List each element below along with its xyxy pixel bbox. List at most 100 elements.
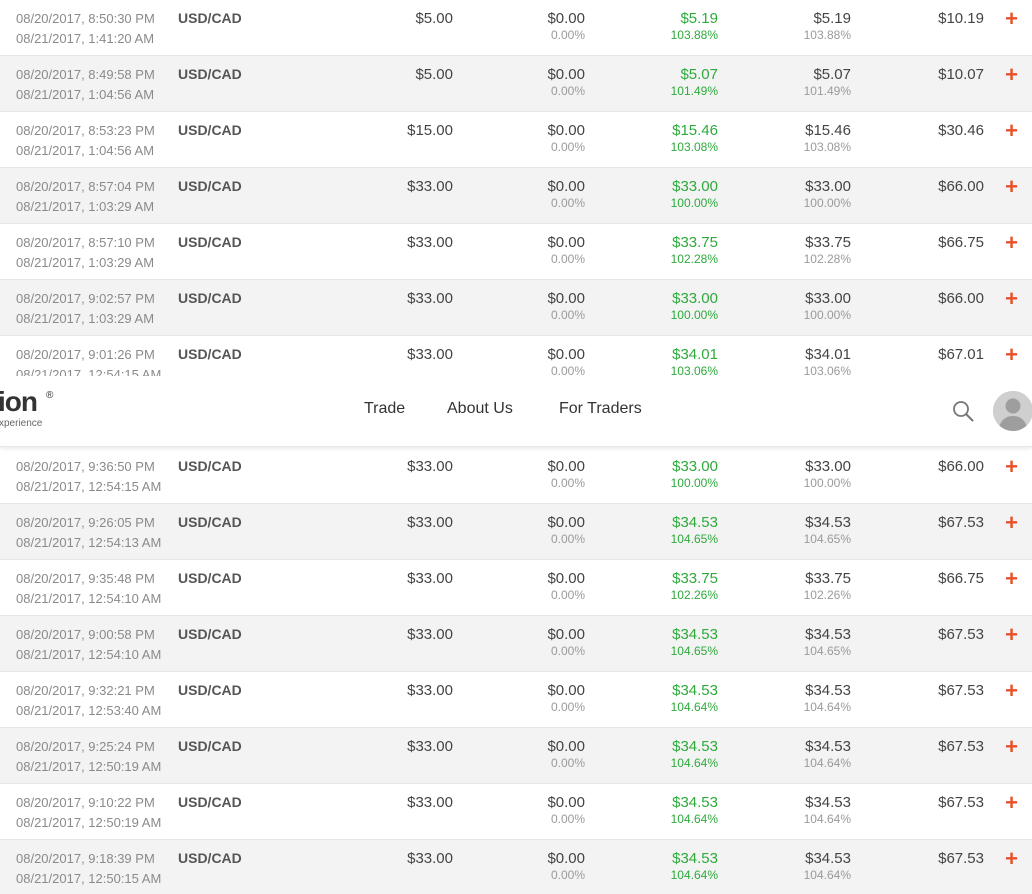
trade-row[interactable]: 08/20/2017, 8:50:30 PM 08/21/2017, 1:41:2…	[0, 0, 1032, 56]
expand-row-icon[interactable]: +	[1005, 510, 1018, 536]
close-time: 08/21/2017, 12:53:40 AM	[16, 703, 162, 718]
payout-amount: $34.01	[805, 346, 851, 363]
asset-pair: USD/CAD	[178, 514, 242, 530]
investment-amount: $33.00	[407, 682, 453, 699]
profit-percent: 100.00%	[670, 196, 718, 210]
trade-row[interactable]: 08/20/2017, 9:36:50 PM 08/21/2017, 12:54:…	[0, 448, 1032, 504]
investment-amount: $5.00	[415, 10, 453, 27]
trade-row[interactable]: 08/20/2017, 9:02:57 PM 08/21/2017, 1:03:2…	[0, 280, 1032, 336]
close-time: 08/21/2017, 12:54:13 AM	[16, 535, 162, 550]
investment-amount: $33.00	[407, 178, 453, 195]
trade-row[interactable]: 08/20/2017, 9:10:22 PM 08/21/2017, 12:50:…	[0, 784, 1032, 840]
logo[interactable]: ion	[0, 386, 38, 418]
payout-percent: 102.26%	[803, 588, 851, 602]
trade-row[interactable]: 08/20/2017, 8:57:10 PM 08/21/2017, 1:03:2…	[0, 224, 1032, 280]
investment-amount: $33.00	[407, 570, 453, 587]
trade-row[interactable]: 08/20/2017, 9:01:26 PM 08/21/2017, 12:54:…	[0, 336, 1032, 376]
payout-amount: $33.00	[805, 290, 851, 307]
top-navbar: ion ® xperience Trade About Us For Trade…	[0, 376, 1032, 447]
expand-row-icon[interactable]: +	[1005, 678, 1018, 704]
total-amount: $66.00	[938, 290, 984, 307]
profit-amount: $33.75	[672, 234, 718, 251]
profit-amount: $34.53	[672, 738, 718, 755]
asset-pair: USD/CAD	[178, 738, 242, 754]
profit-amount: $33.00	[672, 178, 718, 195]
fee-amount: $0.00	[547, 514, 585, 531]
asset-pair: USD/CAD	[178, 626, 242, 642]
expand-row-icon[interactable]: +	[1005, 174, 1018, 200]
fee-percent: 0.00%	[550, 28, 585, 42]
payout-percent: 103.08%	[803, 140, 851, 154]
asset-pair: USD/CAD	[178, 234, 242, 250]
fee-percent: 0.00%	[550, 868, 585, 882]
investment-amount: $33.00	[407, 514, 453, 531]
trade-row[interactable]: 08/20/2017, 9:32:21 PM 08/21/2017, 12:53:…	[0, 672, 1032, 728]
payout-amount: $5.19	[813, 10, 851, 27]
trade-row[interactable]: 08/20/2017, 9:35:48 PM 08/21/2017, 12:54:…	[0, 560, 1032, 616]
expand-row-icon[interactable]: +	[1005, 734, 1018, 760]
nav-link-about-us[interactable]: About Us	[447, 400, 513, 418]
expand-row-icon[interactable]: +	[1005, 230, 1018, 256]
open-time: 08/20/2017, 8:57:04 PM	[16, 179, 155, 194]
expand-row-icon[interactable]: +	[1005, 62, 1018, 88]
profit-amount: $34.53	[672, 626, 718, 643]
search-icon[interactable]	[952, 400, 974, 422]
open-time: 08/20/2017, 8:50:30 PM	[16, 11, 155, 26]
trade-row[interactable]: 08/20/2017, 9:18:39 PM 08/21/2017, 12:50:…	[0, 840, 1032, 894]
payout-amount: $33.00	[805, 458, 851, 475]
open-time: 08/20/2017, 9:02:57 PM	[16, 291, 155, 306]
payout-amount: $5.07	[813, 66, 851, 83]
close-time: 08/21/2017, 1:41:20 AM	[16, 31, 155, 46]
expand-row-icon[interactable]: +	[1005, 286, 1018, 312]
profit-percent: 100.00%	[670, 476, 718, 490]
fee-amount: $0.00	[547, 66, 585, 83]
trade-row[interactable]: 08/20/2017, 8:57:04 PM 08/21/2017, 1:03:2…	[0, 168, 1032, 224]
payout-amount: $34.53	[805, 626, 851, 643]
open-time: 08/20/2017, 8:57:10 PM	[16, 235, 155, 250]
open-time: 08/20/2017, 9:32:21 PM	[16, 683, 155, 698]
profit-amount: $34.53	[672, 682, 718, 699]
close-time: 08/21/2017, 1:04:56 AM	[16, 143, 155, 158]
trades-table-top: 08/20/2017, 8:50:30 PM 08/21/2017, 1:41:2…	[0, 0, 1032, 376]
expand-row-icon[interactable]: +	[1005, 118, 1018, 144]
trade-row[interactable]: 08/20/2017, 8:53:23 PM 08/21/2017, 1:04:5…	[0, 112, 1032, 168]
total-amount: $66.75	[938, 570, 984, 587]
fee-percent: 0.00%	[550, 756, 585, 770]
trade-row[interactable]: 08/20/2017, 9:25:24 PM 08/21/2017, 12:50:…	[0, 728, 1032, 784]
profit-amount: $33.00	[672, 290, 718, 307]
payout-amount: $15.46	[805, 122, 851, 139]
expand-row-icon[interactable]: +	[1005, 622, 1018, 648]
investment-amount: $33.00	[407, 346, 453, 363]
trade-row[interactable]: 08/20/2017, 9:00:58 PM 08/21/2017, 12:54:…	[0, 616, 1032, 672]
expand-row-icon[interactable]: +	[1005, 342, 1018, 368]
fee-percent: 0.00%	[550, 588, 585, 602]
open-time: 08/20/2017, 9:01:26 PM	[16, 347, 155, 362]
total-amount: $67.53	[938, 514, 984, 531]
expand-row-icon[interactable]: +	[1005, 846, 1018, 872]
investment-amount: $33.00	[407, 738, 453, 755]
expand-row-icon[interactable]: +	[1005, 454, 1018, 480]
total-amount: $67.53	[938, 794, 984, 811]
close-time: 08/21/2017, 1:03:29 AM	[16, 199, 155, 214]
payout-amount: $33.00	[805, 178, 851, 195]
asset-pair: USD/CAD	[178, 570, 242, 586]
nav-link-for-traders[interactable]: For Traders	[559, 400, 642, 418]
profit-percent: 104.64%	[670, 868, 718, 882]
fee-percent: 0.00%	[550, 812, 585, 826]
trade-row[interactable]: 08/20/2017, 9:26:05 PM 08/21/2017, 12:54:…	[0, 504, 1032, 560]
user-avatar-icon[interactable]	[993, 391, 1032, 431]
close-time: 08/21/2017, 1:04:56 AM	[16, 87, 155, 102]
profit-amount: $34.53	[672, 514, 718, 531]
fee-amount: $0.00	[547, 570, 585, 587]
close-time: 08/21/2017, 12:50:15 AM	[16, 871, 162, 886]
expand-row-icon[interactable]: +	[1005, 790, 1018, 816]
payout-percent: 104.65%	[803, 532, 851, 546]
asset-pair: USD/CAD	[178, 290, 242, 306]
expand-row-icon[interactable]: +	[1005, 566, 1018, 592]
trade-row[interactable]: 08/20/2017, 8:49:58 PM 08/21/2017, 1:04:5…	[0, 56, 1032, 112]
investment-amount: $33.00	[407, 626, 453, 643]
close-time: 08/21/2017, 12:54:10 AM	[16, 647, 162, 662]
expand-row-icon[interactable]: +	[1005, 6, 1018, 32]
fee-percent: 0.00%	[550, 140, 585, 154]
nav-link-trade[interactable]: Trade	[364, 400, 405, 418]
